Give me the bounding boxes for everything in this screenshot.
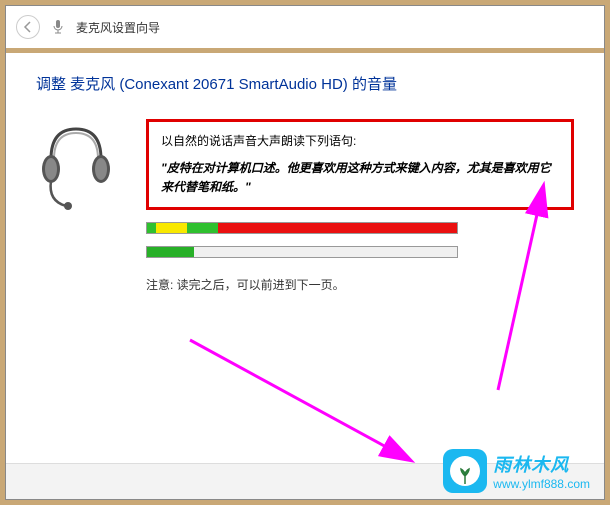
watermark-url: www.ylmf888.com bbox=[493, 477, 590, 491]
microphone-icon bbox=[50, 19, 66, 35]
title-bar: 麦克风设置向导 bbox=[6, 6, 604, 48]
volume-meter-level bbox=[146, 246, 458, 258]
watermark-name: 雨林木风 bbox=[493, 451, 590, 477]
note-text: 注意: 读完之后，可以前进到下一页。 bbox=[146, 276, 574, 293]
back-button[interactable] bbox=[16, 15, 40, 39]
window-title: 麦克风设置向导 bbox=[76, 19, 160, 36]
window-frame: 麦克风设置向导 调整 麦克风 (Conexant 20671 SmartAudi… bbox=[5, 5, 605, 500]
headset-image bbox=[36, 119, 116, 293]
page-heading: 调整 麦克风 (Conexant 20671 SmartAudio HD) 的音… bbox=[36, 73, 574, 94]
instruction-label: 以自然的说话声音大声朗读下列语句: bbox=[161, 132, 559, 149]
content-area: 调整 麦克风 (Conexant 20671 SmartAudio HD) 的音… bbox=[6, 53, 604, 463]
practice-sentence: "皮特在对计算机口述。他更喜欢用这种方式来键入内容，尤其是喜欢用它来代替笔和纸。… bbox=[161, 159, 559, 197]
volume-meter-color bbox=[146, 222, 458, 234]
watermark: 雨林木风 www.ylmf888.com bbox=[443, 449, 590, 493]
instruction-box: 以自然的说话声音大声朗读下列语句: "皮特在对计算机口述。他更喜欢用这种方式来键… bbox=[146, 119, 574, 210]
watermark-icon bbox=[443, 449, 487, 493]
